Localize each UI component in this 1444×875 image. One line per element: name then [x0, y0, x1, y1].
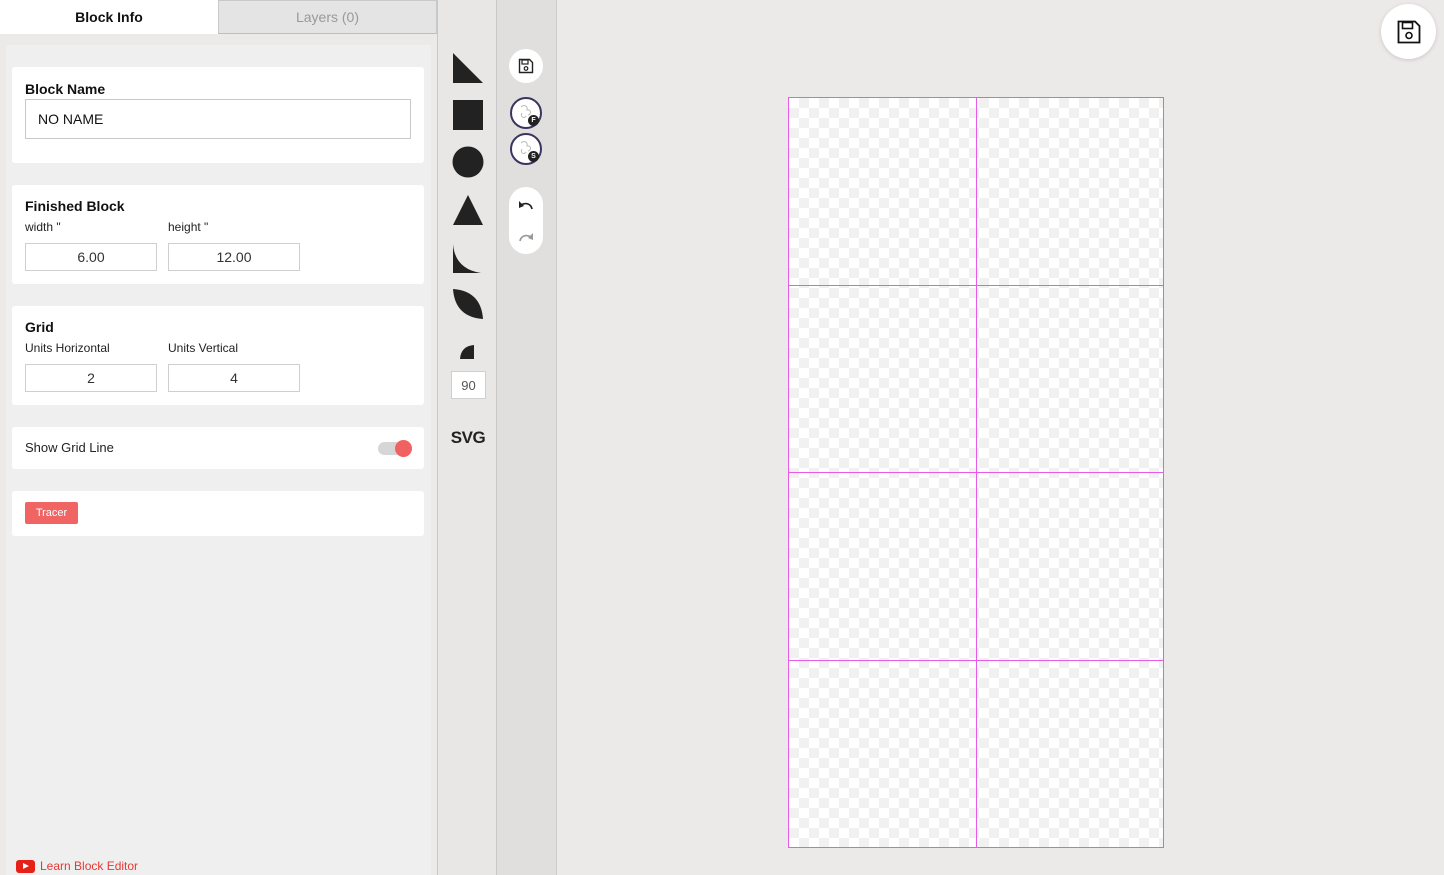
units-vertical-label: Units Vertical [168, 341, 239, 355]
grid-line-horizontal [789, 660, 1163, 661]
grid-line-card: Show Grid Line [12, 427, 424, 469]
action-toolbar: F S [497, 0, 557, 875]
leaf-icon[interactable] [452, 288, 484, 320]
svg-import-button[interactable]: SVG [438, 428, 498, 448]
floppy-disk-icon [1397, 20, 1420, 43]
tracer-button[interactable]: Tracer [25, 502, 78, 524]
angle-input[interactable]: 90 [451, 371, 486, 399]
grid-card: Grid Units Horizontal Units Vertical 2 4 [12, 306, 424, 405]
grid-title: Grid [25, 319, 54, 335]
design-canvas [557, 0, 1444, 875]
tracer-card: Tracer [12, 491, 424, 536]
units-horizontal-label: Units Horizontal [25, 341, 110, 355]
tab-bar: Block Info Layers (0) [0, 0, 437, 34]
history-pill [509, 187, 543, 254]
floppy-disk-icon [518, 58, 534, 74]
stroke-swatch-button[interactable]: S [509, 132, 543, 166]
undo-button[interactable] [509, 188, 543, 222]
block-info-panel: Block Name NO NAME Finished Block width … [6, 45, 431, 875]
width-label: width " [25, 220, 61, 234]
show-grid-line-label: Show Grid Line [25, 440, 114, 455]
circle-icon[interactable] [452, 146, 484, 178]
block-name-title: Block Name [25, 81, 106, 97]
square-icon[interactable] [452, 99, 484, 131]
quarter-curve-icon[interactable] [452, 242, 484, 274]
save-fab-button[interactable] [1381, 4, 1436, 59]
redo-button[interactable] [509, 220, 543, 254]
fabric-swatch: F [510, 97, 542, 129]
tab-layers[interactable]: Layers (0) [218, 0, 437, 34]
tab-block-info[interactable]: Block Info [0, 0, 218, 34]
shape-toolbar: 90 SVG [437, 0, 497, 875]
stroke-swatch: S [510, 133, 542, 165]
redo-icon [519, 233, 533, 242]
arc-wedge-icon[interactable] [452, 340, 484, 372]
width-input[interactable]: 6.00 [25, 243, 157, 271]
swatch-pill: F S [509, 96, 543, 168]
block-name-card: Block Name NO NAME [12, 67, 424, 163]
finished-block-card: Finished Block width " height " 6.00 12.… [12, 185, 424, 284]
grid-line-horizontal [789, 472, 1163, 473]
learn-link-label: Learn Block Editor [40, 859, 139, 873]
show-grid-line-toggle[interactable] [378, 440, 412, 457]
save-button[interactable] [509, 49, 543, 83]
finished-block-title: Finished Block [25, 198, 125, 214]
stroke-badge: S [528, 151, 539, 162]
save-pill [509, 49, 543, 83]
grid-line-horizontal [789, 285, 1163, 286]
units-vertical-input[interactable]: 4 [168, 364, 300, 392]
right-triangle-icon[interactable] [452, 52, 484, 84]
fabric-badge: F [528, 115, 539, 126]
height-input[interactable]: 12.00 [168, 243, 300, 271]
undo-icon [519, 201, 533, 210]
units-horizontal-input[interactable]: 2 [25, 364, 157, 392]
fabric-swatch-button[interactable]: F [509, 96, 543, 130]
block-canvas[interactable] [788, 97, 1164, 848]
height-label: height " [168, 220, 209, 234]
toggle-knob [395, 440, 412, 457]
learn-block-editor-link[interactable]: Learn Block Editor [16, 859, 138, 873]
youtube-icon [16, 859, 35, 873]
triangle-icon[interactable] [452, 194, 484, 226]
block-name-input[interactable]: NO NAME [25, 99, 411, 139]
